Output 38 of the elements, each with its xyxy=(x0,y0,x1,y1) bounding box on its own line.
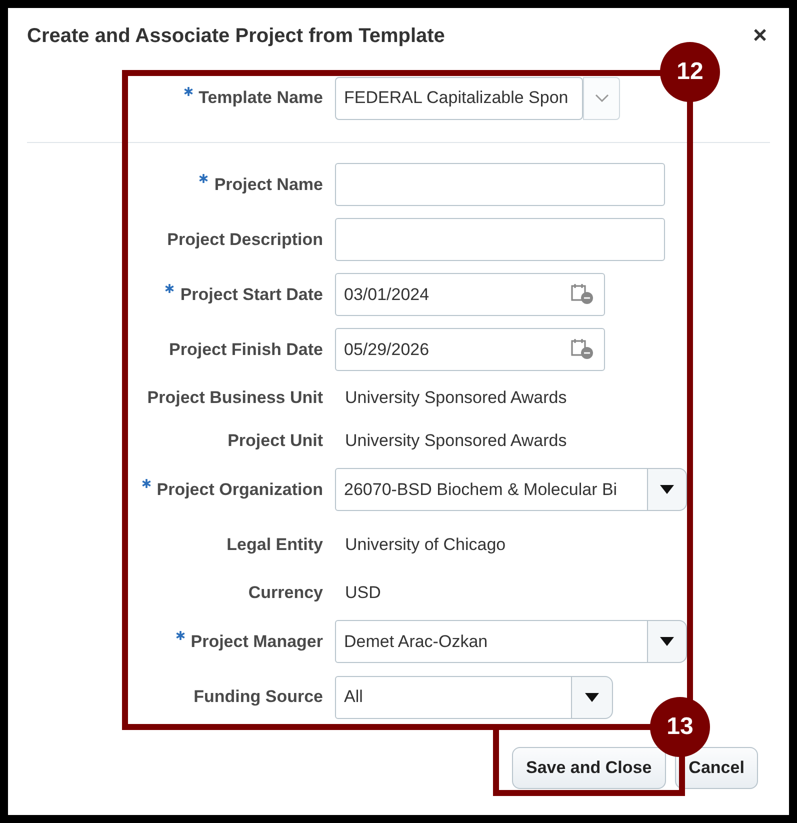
template-select-field[interactable]: FEDERAL Capitalizable Spon xyxy=(335,76,583,120)
field-label: Project Business Unit xyxy=(147,387,323,410)
field-value: University Sponsored Awards xyxy=(344,387,567,410)
dropdown-arrow-icon xyxy=(660,485,674,494)
save-button[interactable]: Save and Close xyxy=(512,747,666,789)
field-label: Project Finish Date xyxy=(169,338,323,361)
field-label: Project Manager xyxy=(190,630,323,653)
step-number-badge: 12 xyxy=(660,42,720,102)
input-field[interactable] xyxy=(335,163,665,206)
calendar-icon[interactable] xyxy=(571,338,595,360)
field-label: Funding Source xyxy=(194,686,323,708)
chevron-down-icon xyxy=(594,94,608,102)
field-value: University Sponsored Awards xyxy=(344,430,567,452)
dropdown-arrow-icon xyxy=(660,637,674,646)
field-label: Project Start Date xyxy=(180,284,323,306)
field-label: Project Unit xyxy=(228,430,323,452)
input-field[interactable]: 05/29/2026 xyxy=(335,328,605,371)
field-label: Currency xyxy=(248,582,323,604)
field-value: University of Chicago xyxy=(344,534,506,556)
dialog-title: Create and Associate Project from Template xyxy=(27,24,445,49)
field-value: USD xyxy=(344,582,381,604)
dropdown-button[interactable] xyxy=(647,620,687,663)
field-label: Template Name xyxy=(198,87,323,110)
close-button[interactable]: × xyxy=(752,24,767,48)
input-field[interactable] xyxy=(335,218,665,261)
field-label: Project Name xyxy=(214,174,323,196)
step-number-badge: 13 xyxy=(650,697,710,757)
dropdown-button[interactable] xyxy=(647,468,687,511)
dropdown-arrow-icon xyxy=(585,692,599,702)
input-field[interactable]: 03/01/2024 xyxy=(335,273,605,316)
dropdown-button[interactable] xyxy=(571,676,613,718)
input-field[interactable]: 26070-BSD Biochem & Molecular Bi xyxy=(335,468,648,511)
field-label: Legal Entity xyxy=(226,534,323,556)
input-field[interactable]: Demet Arac-Ozkan xyxy=(335,620,648,663)
field-label: Project Organization xyxy=(156,478,323,501)
input-field[interactable]: All xyxy=(335,676,572,718)
calendar-icon[interactable] xyxy=(571,283,595,305)
field-label: Project Description xyxy=(167,228,323,251)
